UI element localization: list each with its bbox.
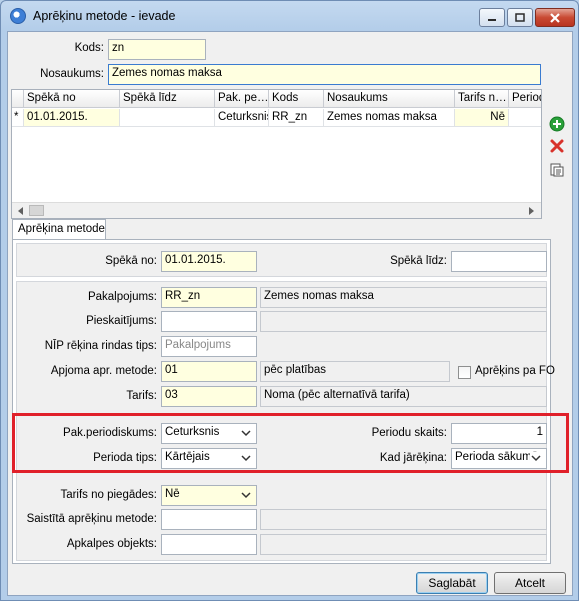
periods-grid[interactable]: Spēkā no Spēkā līdz Pak. pe… Kods Nosauk… [11, 89, 542, 219]
details-icon [550, 163, 564, 177]
speka-no-field[interactable]: 01.01.2015. [161, 251, 257, 272]
tab-pane: Spēkā no: 01.01.2015. Spēkā līdz: Pakalp… [12, 239, 555, 564]
scroll-right-icon[interactable] [526, 206, 536, 216]
apjoma-label: Apjoma apr. metode: [50, 365, 157, 377]
col-header-periodi[interactable]: Period [509, 90, 541, 108]
scroll-thumb[interactable] [29, 205, 44, 216]
aprekins-fo-checkbox[interactable] [458, 366, 471, 379]
col-header-speka-lidz[interactable]: Spēkā līdz [120, 90, 215, 108]
cell-periodi[interactable] [509, 109, 541, 127]
pakalpojums-name-field: Zemes nomas maksa [260, 287, 547, 308]
apkalpes-label: Apkalpes objekts: [66, 538, 157, 550]
tarifs-no-piegades-label: Tarifs no piegādes: [60, 489, 157, 501]
kods-label: Kods: [74, 42, 104, 54]
title-bar[interactable]: Aprēķinu metode - ievade [1, 1, 578, 31]
client-area: Kods: zn Nosaukums: Zemes nomas maksa Sp… [7, 31, 573, 596]
maximize-button[interactable] [507, 8, 533, 27]
save-button[interactable]: Saglabāt [416, 572, 488, 594]
cancel-button[interactable]: Atcelt [494, 572, 566, 594]
dialog-window: Aprēķinu metode - ievade Kods: zn Nosauk… [0, 0, 579, 601]
close-icon [550, 12, 560, 23]
nosaukums-field[interactable]: Zemes nomas maksa [108, 64, 541, 85]
cell-kods[interactable]: RR_zn [269, 109, 324, 127]
speka-lidz-label: Spēkā līdz: [390, 255, 447, 267]
col-header-speka-no[interactable]: Spēkā no [24, 90, 120, 108]
nip-label: NĪP rēķina rindas tips: [44, 340, 157, 352]
cell-speka-no[interactable]: 01.01.2015. [24, 109, 120, 127]
saistita-name-field [260, 509, 547, 530]
apkalpes-code-field[interactable] [161, 534, 257, 555]
pakalpojums-code-field[interactable]: RR_zn [161, 287, 257, 308]
saistita-label: Saistītā aprēķinu metode: [26, 513, 157, 525]
highlight-frame [12, 413, 569, 473]
saistita-code-field[interactable] [161, 509, 257, 530]
add-row-button[interactable] [547, 114, 567, 134]
details-button[interactable] [547, 160, 567, 180]
aprekins-fo-label: Aprēķins pa FO [475, 365, 555, 377]
apkalpes-name-field [260, 534, 547, 555]
minimize-icon [488, 18, 496, 21]
cell-speka-lidz[interactable] [120, 109, 215, 127]
cell-nosaukums[interactable]: Zemes nomas maksa [324, 109, 455, 127]
chevron-down-icon [240, 489, 252, 501]
tab-apreikina-metode[interactable]: Aprēķina metode [12, 219, 106, 240]
nosaukums-label: Nosaukums: [40, 68, 104, 80]
col-header-pak-periodiskums[interactable]: Pak. pe… [215, 90, 269, 108]
window-title: Aprēķinu metode - ievade [33, 9, 176, 23]
maximize-icon [515, 12, 525, 22]
app-icon [10, 8, 26, 24]
close-button[interactable] [535, 8, 575, 27]
cell-tarifs[interactable]: Nē [455, 109, 509, 127]
apjoma-name-field: pēc platības [260, 361, 450, 382]
pieskaitijums-code-field[interactable] [161, 311, 257, 332]
row-marker: * [12, 109, 24, 127]
horizontal-scrollbar[interactable] [12, 202, 541, 218]
tarifs-name-field: Noma (pēc alternatīvā tarifa) [260, 386, 547, 407]
minimize-button[interactable] [479, 8, 505, 27]
col-header-nosaukums[interactable]: Nosaukums [324, 90, 455, 108]
delete-row-button[interactable] [547, 136, 567, 156]
row-marker-header [12, 90, 24, 108]
add-icon [549, 116, 565, 132]
tarifs-no-piegades-select[interactable]: Nē [161, 485, 257, 506]
tarifs-label: Tarifs: [126, 390, 157, 402]
pakalpojums-label: Pakalpojums: [87, 291, 157, 303]
speka-no-label: Spēkā no: [105, 255, 157, 267]
col-header-tarifs[interactable]: Tarifs n… [455, 90, 509, 108]
apjoma-code-field[interactable]: 01 [161, 361, 257, 382]
pieskaitijums-label: Pieskaitījums: [86, 315, 157, 327]
col-header-kods[interactable]: Kods [269, 90, 324, 108]
speka-lidz-field[interactable] [451, 251, 547, 272]
delete-icon [550, 139, 564, 153]
cell-pak-periodiskums[interactable]: Ceturksnis [215, 109, 269, 127]
kods-field[interactable]: zn [108, 39, 206, 60]
grid-header: Spēkā no Spēkā līdz Pak. pe… Kods Nosauk… [12, 90, 541, 108]
tarifs-no-piegades-value: Nē [165, 488, 180, 500]
table-row[interactable]: * 01.01.2015. Ceturksnis RR_zn Zemes nom… [12, 109, 541, 127]
scroll-left-icon[interactable] [16, 206, 26, 216]
tarifs-code-field[interactable]: 03 [161, 386, 257, 407]
pieskaitijums-name-field [260, 311, 547, 332]
nip-field[interactable]: Pakalpojums [161, 336, 257, 357]
